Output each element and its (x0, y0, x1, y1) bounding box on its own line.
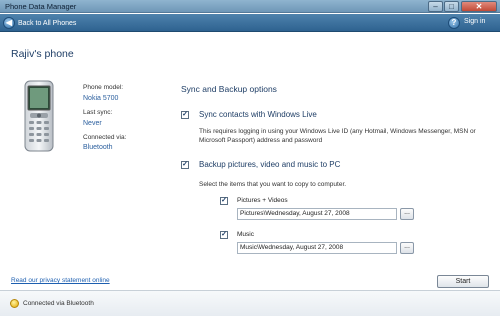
music-checkbox[interactable]: ✓ (220, 231, 228, 239)
sync-backup-section-title: Sync and Backup options (181, 84, 277, 94)
back-arrow-icon: ◀ (3, 17, 15, 29)
phone-image (24, 80, 54, 152)
sync-contacts-description: This requires logging in using your Wind… (199, 128, 476, 144)
back-to-all-phones-button[interactable]: ◀ Back to All Phones (3, 17, 76, 29)
help-icon[interactable]: ? (448, 17, 460, 29)
window-title: Phone Data Manager (5, 2, 77, 11)
phone-name-title: Rajiv's phone (11, 48, 74, 60)
pictures-videos-label: Pictures + Videos (237, 197, 288, 204)
title-bar: Phone Data Manager – □ ✕ (0, 0, 500, 13)
phone-model-value: Nokia 5700 (83, 95, 119, 102)
start-button[interactable]: Start (437, 275, 489, 288)
last-sync-label: Last sync: (83, 109, 113, 116)
back-label: Back to All Phones (18, 19, 77, 27)
phone-model-label: Phone model: (83, 84, 124, 91)
minimize-button[interactable]: – (428, 1, 443, 12)
backup-instructions: Select the items that you want to copy t… (199, 181, 347, 188)
backup-media-checkbox[interactable]: ✓ (181, 161, 189, 169)
music-label: Music (237, 231, 254, 238)
pictures-path-input[interactable]: Pictures\Wednesday, August 27, 2008 (237, 208, 397, 220)
last-sync-value: Never (83, 120, 102, 127)
connected-via-value: Bluetooth (83, 144, 113, 151)
nav-bar: ◀ Back to All Phones ? Sign in (0, 14, 500, 32)
status-text: Connected via Bluetooth (23, 300, 94, 307)
music-path-input[interactable]: Music\Wednesday, August 27, 2008 (237, 242, 397, 254)
backup-media-label: Backup pictures, video and music to PC (199, 160, 341, 169)
music-browse-button[interactable]: ... (400, 242, 414, 254)
sync-contacts-checkbox[interactable]: ✓ (181, 111, 189, 119)
maximize-button[interactable]: □ (444, 1, 459, 12)
privacy-statement-link[interactable]: Read our privacy statement online (11, 277, 110, 284)
pictures-browse-button[interactable]: ... (400, 208, 414, 220)
bluetooth-status-icon (10, 299, 19, 308)
status-bar: Connected via Bluetooth (0, 290, 500, 316)
sync-contacts-label: Sync contacts with Windows Live (199, 110, 317, 119)
connected-via-label: Connected via: (83, 134, 127, 141)
sign-in-link[interactable]: Sign in (464, 18, 485, 25)
pictures-videos-checkbox[interactable]: ✓ (220, 197, 228, 205)
close-button[interactable]: ✕ (461, 1, 497, 12)
